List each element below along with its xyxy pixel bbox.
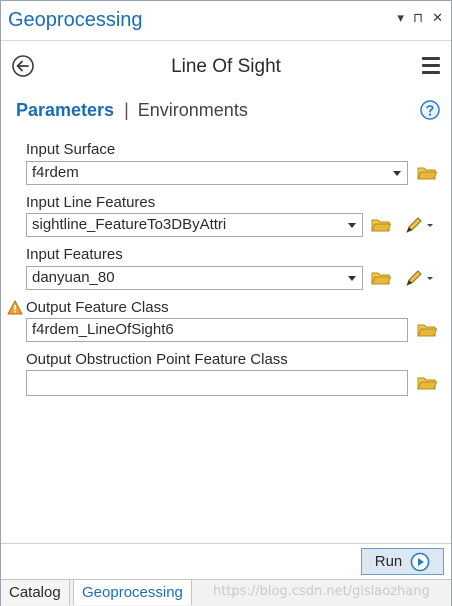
input-line-features-value: sightline_FeatureTo3DByAttri [32,216,227,233]
close-control-icon[interactable]: ✕ [432,11,443,25]
folder-icon[interactable] [417,375,437,391]
hamburger-menu-icon[interactable] [422,57,440,75]
run-button[interactable]: Run [361,548,444,575]
run-label: Run [374,553,403,570]
input-line-features-label: Input Line Features [26,194,156,211]
tab-catalog[interactable]: Catalog [1,580,70,605]
output-feature-class-label: Output Feature Class [26,299,169,316]
output-feature-class-input[interactable]: f4rdem_LineOfSight6 [26,318,408,342]
folder-icon[interactable] [417,165,437,181]
output-obstruction-label: Output Obstruction Point Feature Class [26,351,288,368]
folder-icon[interactable] [371,270,391,286]
folder-icon[interactable] [417,322,437,338]
run-play-icon [410,552,430,571]
watermark-text: https://blog.csdn.net/gislaozhang [213,584,430,599]
input-surface-label: Input Surface [26,141,116,158]
header-divider [1,40,451,41]
warning-icon [7,300,23,315]
geoprocessing-pane: Geoprocessing ▾ ⊓ ✕ Line Of Sight Parame… [0,0,452,606]
folder-icon[interactable] [371,217,391,233]
sketch-pencil-icon[interactable] [404,216,434,234]
input-features-label: Input Features [26,246,123,263]
input-features-combobox[interactable]: danyuan_80 [26,266,363,290]
tab-environments[interactable]: Environments [138,100,248,121]
chevron-down-icon[interactable] [348,223,356,228]
maximize-control-icon[interactable]: ⊓ [413,11,423,25]
chevron-down-icon[interactable] [348,276,356,281]
output-obstruction-input[interactable] [26,370,408,396]
footer-divider [1,543,451,544]
tool-title: Line Of Sight [171,56,281,77]
input-features-value: danyuan_80 [32,269,115,286]
tab-separator: | [124,100,129,120]
output-feature-class-value: f4rdem_LineOfSight6 [32,321,174,338]
input-surface-value: f4rdem [32,164,79,181]
chevron-down-icon[interactable] [393,171,401,176]
input-surface-combobox[interactable]: f4rdem [26,161,408,185]
help-icon[interactable] [420,100,440,120]
tab-geoprocessing[interactable]: Geoprocessing [73,580,192,605]
sketch-pencil-icon[interactable] [404,269,434,287]
input-line-features-combobox[interactable]: sightline_FeatureTo3DByAttri [26,213,363,237]
dropdown-control-icon[interactable]: ▾ [397,11,404,25]
tab-strip: Parameters | Environments [16,100,248,121]
window-controls: ▾ ⊓ ✕ [397,11,443,25]
tab-parameters[interactable]: Parameters [16,100,114,121]
pane-title: Geoprocessing [8,9,143,31]
